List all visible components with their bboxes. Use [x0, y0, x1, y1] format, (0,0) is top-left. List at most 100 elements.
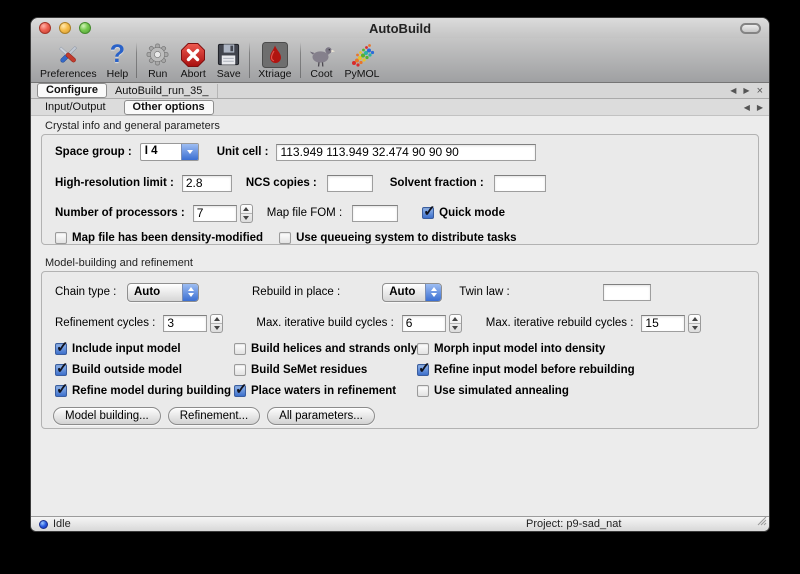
window-title: AutoBuild	[31, 21, 769, 36]
status-bar: Idle Project: p9-sad_nat	[31, 516, 769, 531]
xtriage-icon	[262, 41, 288, 68]
checkbox-label: Refine input model before rebuilding	[434, 364, 635, 376]
popup-arrows-icon	[182, 284, 198, 301]
density-modified-label: Map file has been density-modified	[72, 232, 263, 244]
sub-tab-bar: Input/Output Other options ◀ ▶	[31, 99, 769, 116]
checkbox-label: Include input model	[72, 343, 181, 355]
tab-close-icon[interactable]: ×	[757, 87, 763, 95]
max-rebuild-cycles-field[interactable]	[641, 315, 685, 332]
build-outside-model-checkbox[interactable]	[55, 364, 67, 376]
subtab-prev-icon[interactable]: ◀	[744, 103, 750, 112]
tab-configure[interactable]: Configure	[37, 83, 107, 98]
project-label: Project: p9-sad_nat	[526, 518, 621, 530]
high-res-field[interactable]	[182, 175, 232, 192]
density-modified-checkbox[interactable]	[55, 232, 67, 244]
tab-autobuild-run[interactable]: AutoBuild_run_35_	[107, 84, 218, 98]
morph-input-model-checkbox[interactable]	[417, 343, 429, 355]
resize-grip[interactable]	[756, 515, 767, 529]
status-led-icon	[39, 520, 48, 529]
group-title: Crystal info and general parameters	[45, 120, 769, 132]
checkbox-label: Refine model during building	[72, 385, 231, 397]
rebuild-in-place-label: Rebuild in place :	[252, 286, 340, 298]
refinement-cycles-label: Refinement cycles :	[55, 317, 155, 329]
abort-icon	[180, 41, 206, 68]
pymol-icon	[349, 41, 375, 68]
twin-law-field[interactable]	[603, 284, 651, 301]
preferences-button[interactable]: Preferences	[35, 40, 102, 80]
unit-cell-field[interactable]	[276, 144, 536, 161]
checkbox-label: Build outside model	[72, 364, 182, 376]
rebuild-in-place-popup[interactable]: Auto	[382, 283, 442, 302]
max-rebuild-cycles-stepper[interactable]	[688, 314, 701, 333]
tab-next-icon[interactable]: ▶	[743, 86, 749, 95]
max-build-cycles-stepper[interactable]	[449, 314, 462, 333]
group-title: Model-building and refinement	[45, 257, 769, 269]
tab-prev-icon[interactable]: ◀	[730, 86, 736, 95]
toolbar-separator	[136, 42, 137, 78]
help-button[interactable]: ? Help	[102, 40, 134, 80]
crystal-info-group: Crystal info and general parameters Spac…	[31, 120, 769, 245]
toolbar-separator	[300, 42, 301, 78]
refinement-button[interactable]: Refinement...	[168, 407, 260, 425]
options-panel: Crystal info and general parameters Spac…	[31, 116, 769, 516]
build-semet-checkbox[interactable]	[234, 364, 246, 376]
chain-type-popup[interactable]: Auto	[127, 283, 199, 302]
queueing-checkbox[interactable]	[279, 232, 291, 244]
preferences-icon	[55, 41, 81, 68]
toolbar-label: Coot	[310, 68, 332, 80]
pymol-button[interactable]: PyMOL	[340, 40, 385, 80]
tab-other-options[interactable]: Other options	[124, 100, 214, 115]
help-icon: ?	[110, 41, 125, 68]
place-waters-checkbox[interactable]	[234, 385, 246, 397]
subtab-next-icon[interactable]: ▶	[757, 103, 763, 112]
include-input-model-checkbox[interactable]	[55, 343, 67, 355]
space-group-combo[interactable]: I 4	[140, 143, 199, 161]
chain-type-label: Chain type :	[55, 286, 127, 298]
rebuild-in-place-value: Auto	[383, 286, 425, 298]
map-fom-label: Map file FOM :	[267, 207, 342, 219]
unit-cell-label: Unit cell :	[217, 146, 269, 158]
xtriage-button[interactable]: Xtriage	[253, 40, 296, 80]
toolbar-label: Save	[217, 68, 241, 80]
tab-input-output[interactable]: Input/Output	[37, 100, 114, 114]
refinement-cycles-field[interactable]	[163, 315, 207, 332]
model-building-button[interactable]: Model building...	[53, 407, 161, 425]
title-bar[interactable]: AutoBuild	[31, 18, 769, 38]
num-processors-field[interactable]	[193, 205, 237, 222]
checkbox-label: Build SeMet residues	[251, 364, 367, 376]
build-helices-checkbox[interactable]	[234, 343, 246, 355]
num-processors-stepper[interactable]	[240, 204, 253, 223]
quick-mode-label: Quick mode	[439, 207, 505, 219]
save-button[interactable]: Save	[211, 40, 246, 80]
checkbox-label: Use simulated annealing	[434, 385, 569, 397]
simulated-annealing-checkbox[interactable]	[417, 385, 429, 397]
run-button[interactable]: Run	[140, 40, 175, 80]
refinement-cycles-stepper[interactable]	[210, 314, 223, 333]
max-build-cycles-label: Max. iterative build cycles :	[256, 317, 393, 329]
combo-dropdown-icon[interactable]	[181, 144, 198, 160]
run-gear-icon	[145, 41, 170, 68]
space-group-label: Space group :	[55, 146, 132, 158]
status-text: Idle	[53, 518, 71, 530]
toolbar-toggle-button[interactable]	[740, 23, 761, 34]
coot-button[interactable]: Coot	[304, 40, 340, 80]
coot-icon	[309, 41, 335, 68]
solvent-fraction-field[interactable]	[494, 175, 546, 192]
ncs-copies-label: NCS copies :	[246, 177, 317, 189]
queueing-label: Use queueing system to distribute tasks	[296, 232, 516, 244]
save-icon	[216, 41, 241, 68]
refine-before-rebuild-checkbox[interactable]	[417, 364, 429, 376]
refine-during-building-checkbox[interactable]	[55, 385, 67, 397]
map-fom-field[interactable]	[352, 205, 398, 222]
high-res-label: High-resolution limit :	[55, 177, 174, 189]
max-rebuild-cycles-label: Max. iterative rebuild cycles :	[486, 317, 634, 329]
abort-button[interactable]: Abort	[175, 40, 211, 80]
toolbar-separator	[249, 42, 250, 78]
quick-mode-checkbox[interactable]	[422, 207, 434, 219]
num-processors-label: Number of processors :	[55, 207, 185, 219]
ncs-copies-field[interactable]	[327, 175, 373, 192]
chain-type-value: Auto	[128, 286, 182, 298]
all-parameters-button[interactable]: All parameters...	[267, 407, 375, 425]
max-build-cycles-field[interactable]	[402, 315, 446, 332]
solvent-fraction-label: Solvent fraction :	[390, 177, 484, 189]
